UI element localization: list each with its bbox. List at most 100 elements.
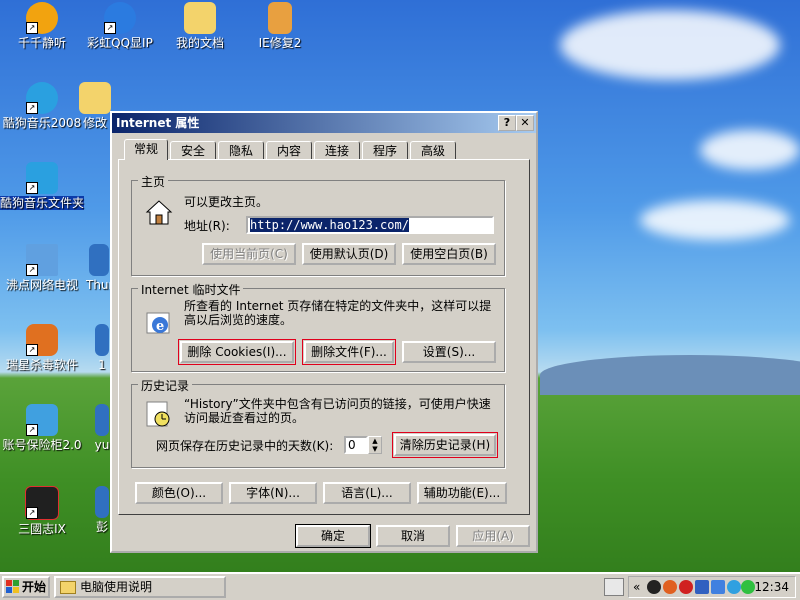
delete-cookies-button[interactable]: 删除 Cookies(I)...	[178, 339, 296, 365]
taskbar: 开始 电脑使用说明 « 12:34	[0, 572, 800, 600]
tab-security[interactable]: 安全	[170, 141, 216, 159]
history-icon	[146, 401, 170, 427]
svg-text:e: e	[156, 319, 164, 334]
desktop-icon-tv[interactable]: ↗ 沸点网络电视	[0, 244, 84, 292]
kugou-folder-icon: ↗	[26, 162, 58, 194]
umbrella-icon[interactable]	[741, 580, 755, 594]
history-days-label: 网页保存在历史记录中的天数(K):	[156, 439, 334, 453]
music-player-icon: ↗	[26, 2, 58, 34]
close-button[interactable]: ✕	[516, 115, 534, 131]
qq-icon[interactable]	[679, 580, 693, 594]
use-current-button[interactable]: 使用当前页(C)	[202, 243, 296, 265]
lion-icon: ↗	[26, 324, 58, 356]
desktop-icon-label: yu	[94, 438, 110, 452]
desktop-icon-mydocs[interactable]: 我的文档	[158, 2, 242, 50]
desktop-icon-label: 账号保险柜2.0	[2, 438, 82, 452]
desktop-icon-label: 沸点网络电视	[5, 278, 78, 292]
desktop-icon-qianqian[interactable]: ↗ 千千静听	[0, 2, 84, 50]
qq-icon[interactable]	[663, 580, 677, 594]
homepage-desc: 可以更改主页。	[184, 195, 269, 209]
dialog-title: Internet 属性	[116, 116, 200, 130]
dialog-titlebar[interactable]: Internet 属性 ? ✕	[112, 113, 536, 133]
desktop-icon-rising[interactable]: ↗ 瑞星杀毒软件	[0, 324, 84, 372]
desktop-icon-label: 修改	[82, 116, 107, 130]
help-button[interactable]: ?	[498, 115, 516, 131]
homepage-address-input[interactable]: http://www.hao123.com/	[246, 216, 494, 234]
kugou-icon: ↗	[26, 82, 58, 114]
safe-icon: ↗	[26, 404, 58, 436]
start-label: 开始	[22, 580, 47, 594]
taskbar-item-manual[interactable]: 电脑使用说明	[54, 576, 226, 598]
desktop-icon-thunder[interactable]: Thun	[86, 244, 112, 292]
ie-icon: e	[146, 312, 170, 334]
app-icon	[95, 404, 109, 436]
desktop-icon-label: IE修复2	[258, 36, 302, 50]
qq-penguin-icon[interactable]	[647, 580, 661, 594]
network-icon[interactable]	[695, 580, 709, 594]
desktop-icon-one[interactable]: 1	[92, 324, 112, 372]
ok-button[interactable]: 确定	[295, 524, 371, 548]
apply-button[interactable]: 应用(A)	[456, 525, 530, 547]
desktop-icon-sanguo[interactable]: ↗ 三國志IX	[0, 486, 84, 536]
desktop-icon-safe[interactable]: ↗ 账号保险柜2.0	[0, 404, 84, 452]
desktop-icon-yu[interactable]: yu	[92, 404, 112, 452]
house-icon	[145, 200, 173, 225]
cloud	[560, 10, 780, 80]
tray-chevron[interactable]: «	[633, 580, 640, 594]
app-icon	[95, 324, 109, 356]
tab-advanced[interactable]: 高级	[410, 141, 456, 159]
history-days-input[interactable]: 0	[344, 436, 368, 454]
desktop-icon-label: 瑞星杀毒软件	[5, 358, 78, 372]
tab-general[interactable]: 常规	[124, 139, 168, 160]
cloud	[640, 200, 790, 240]
delete-files-button[interactable]: 删除文件(F)...	[302, 339, 396, 365]
app-tray-icon[interactable]	[727, 580, 741, 594]
use-default-button[interactable]: 使用默认页(D)	[302, 243, 396, 265]
use-blank-button[interactable]: 使用空白页(B)	[402, 243, 496, 265]
desktop-icon-folder2[interactable]: 修改	[78, 82, 112, 130]
address-label: 地址(R):	[184, 219, 230, 233]
qq-penguin-icon: ↗	[104, 2, 136, 34]
temp-files-desc: 所查看的 Internet 页存储在特定的文件夹中，这样可以提高以后浏览的速度。	[184, 299, 492, 327]
system-tray: « 12:34	[628, 576, 796, 598]
desktop-icon-label: 千千静听	[17, 36, 66, 50]
desktop-icon-label: 酷狗音乐文件夹	[0, 196, 85, 210]
tab-connections[interactable]: 连接	[314, 141, 360, 159]
history-group: 历史记录 “History”文件夹中包含有已访问页的链接，可使用户快速访问最近查…	[131, 377, 505, 468]
cloud	[700, 130, 800, 170]
desktop-icon-kugoufolder[interactable]: ↗ 酷狗音乐文件夹	[0, 162, 84, 210]
tab-content[interactable]: 内容	[266, 141, 312, 159]
tab-privacy[interactable]: 隐私	[218, 141, 264, 159]
homepage-group-label: 主页	[138, 173, 169, 190]
script-file-icon	[268, 2, 292, 34]
history-desc: “History”文件夹中包含有已访问页的链接，可使用户快速访问最近查看过的页。	[184, 397, 491, 425]
settings-button[interactable]: 设置(S)...	[402, 341, 496, 363]
cancel-button[interactable]: 取消	[376, 525, 450, 547]
folder-icon	[60, 581, 76, 594]
temp-files-group: Internet 临时文件 e 所查看的 Internet 页存储在特定的文件夹…	[131, 281, 505, 372]
tab-programs[interactable]: 程序	[362, 141, 408, 159]
homepage-group: 主页 可以更改主页。 地址(R): http://www.hao123.com/…	[131, 173, 505, 276]
desktop-icon-kugou[interactable]: ↗ 酷狗音乐2008	[0, 82, 84, 130]
folder-icon	[184, 2, 216, 34]
accessibility-button[interactable]: 辅助功能(E)...	[417, 482, 507, 504]
internet-properties-dialog: Internet 属性 ? ✕ 常规 安全 隐私 内容 连接 程序 高级 主页 …	[110, 111, 538, 553]
clear-history-button[interactable]: 清除历史记录(H)	[392, 432, 498, 458]
history-days-spinner[interactable]: ▲ ▼	[368, 436, 382, 454]
app-icon	[95, 486, 109, 518]
monitor-icon[interactable]	[711, 580, 725, 594]
taskbar-item-label: 电脑使用说明	[80, 580, 153, 594]
fonts-button[interactable]: 字体(N)...	[229, 482, 317, 504]
colors-button[interactable]: 颜色(O)...	[135, 482, 223, 504]
distant-mountain	[540, 355, 800, 395]
desktop-icon-peng[interactable]: 彭	[92, 486, 112, 534]
desktop-icon-label: 我的文档	[175, 36, 224, 50]
keyboard-icon[interactable]	[604, 578, 624, 596]
address-value: http://www.hao123.com/	[250, 218, 409, 232]
start-button[interactable]: 开始	[2, 576, 50, 598]
desktop-icon-label: 三國志IX	[18, 522, 66, 536]
desktop-icon-caihong[interactable]: ↗ 彩虹QQ显IP	[78, 2, 162, 50]
desktop-icon-iefix[interactable]: IE修复2	[238, 2, 322, 50]
languages-button[interactable]: 语言(L)...	[323, 482, 411, 504]
folder-icon	[79, 82, 111, 114]
